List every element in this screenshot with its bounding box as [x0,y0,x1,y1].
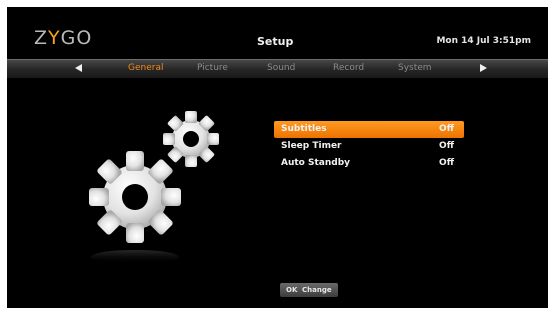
menu-item-value: Off [439,141,454,151]
menu-item-subtitles[interactable]: Subtitles Off [274,121,464,138]
tv-screen: ZYGO Setup Mon 14 Jul 3:51pm General Pic… [7,7,548,308]
gears-icon [89,111,219,264]
settings-menu: Subtitles Off Sleep Timer Off Auto Stand… [274,121,464,172]
menu-item-label: Subtitles [281,124,327,134]
menu-item-value: Off [439,124,454,134]
tab-sound[interactable]: Sound [267,63,295,73]
menu-item-label: Auto Standby [281,158,351,168]
page-title: Setup [257,35,294,48]
tab-picture[interactable]: Picture [197,63,228,73]
tab-general[interactable]: General [128,63,163,73]
change-label: Change [302,286,332,294]
tab-system[interactable]: System [398,63,432,73]
menu-item-label: Sleep Timer [281,141,342,151]
menu-item-auto-standby[interactable]: Auto Standby Off [274,155,464,172]
menu-item-sleep-timer[interactable]: Sleep Timer Off [274,138,464,155]
tab-record[interactable]: Record [333,63,364,73]
zygo-logo: ZYGO [34,27,93,49]
ok-label: OK [286,286,298,294]
ok-change-button[interactable]: OK Change [280,283,338,297]
arrow-right-icon[interactable] [480,64,487,72]
date-time: Mon 14 Jul 3:51pm [436,36,531,46]
menu-item-value: Off [439,158,454,168]
tab-bar: General Picture Sound Record System [7,59,548,78]
arrow-left-icon[interactable] [75,64,82,72]
